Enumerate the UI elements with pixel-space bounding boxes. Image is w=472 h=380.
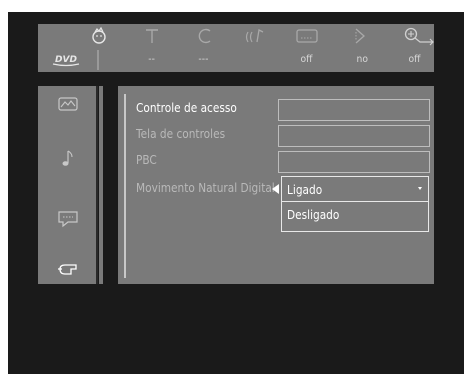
menu-item-control-screen[interactable]: Tela de controles: [136, 127, 225, 141]
title-icon[interactable]: [139, 26, 165, 46]
panel-focus-bar: [124, 94, 126, 278]
pbc-value-box[interactable]: [278, 151, 430, 173]
features-icon[interactable]: [56, 258, 80, 280]
top-menu-bar: DVD -- --- off no off: [38, 24, 434, 72]
menu-item-digital-natural-motion[interactable]: Movimento Natural Digital: [136, 181, 275, 195]
chapter-value: ---: [198, 54, 209, 65]
picture-icon[interactable]: [56, 93, 80, 115]
angle-icon[interactable]: [346, 26, 372, 46]
option-off[interactable]: Desligado: [287, 208, 339, 222]
control-screen-value-box[interactable]: [278, 125, 430, 147]
chapter-icon[interactable]: [192, 26, 218, 46]
dropdown-divider: [282, 201, 428, 202]
language-icon[interactable]: [56, 208, 80, 230]
user-icon[interactable]: [86, 26, 112, 46]
access-control-value-box[interactable]: [278, 99, 430, 121]
title-value: --: [148, 54, 155, 65]
option-on[interactable]: Ligado: [287, 183, 322, 197]
sound-icon[interactable]: [56, 148, 80, 170]
angle-value: off: [408, 54, 421, 65]
topbar-values: -- --- off no off: [38, 50, 434, 70]
subtitle-icon[interactable]: [294, 26, 320, 46]
menu-item-pbc[interactable]: PBC: [136, 153, 157, 167]
left-arrow-icon: [272, 184, 279, 194]
sidebar: [38, 86, 96, 284]
zoom-icon[interactable]: [400, 26, 434, 46]
subtitle-value: no: [356, 54, 368, 65]
sidebar-edge: [99, 86, 103, 284]
audio-icon[interactable]: [242, 26, 268, 46]
chevron-down-icon: [418, 187, 422, 190]
sidebar-divider: [96, 86, 98, 284]
menu-item-access-control[interactable]: Controle de acesso: [136, 101, 237, 115]
motion-options-dropdown[interactable]: Ligado Desligado: [281, 176, 429, 232]
audio-value: off: [300, 54, 313, 65]
